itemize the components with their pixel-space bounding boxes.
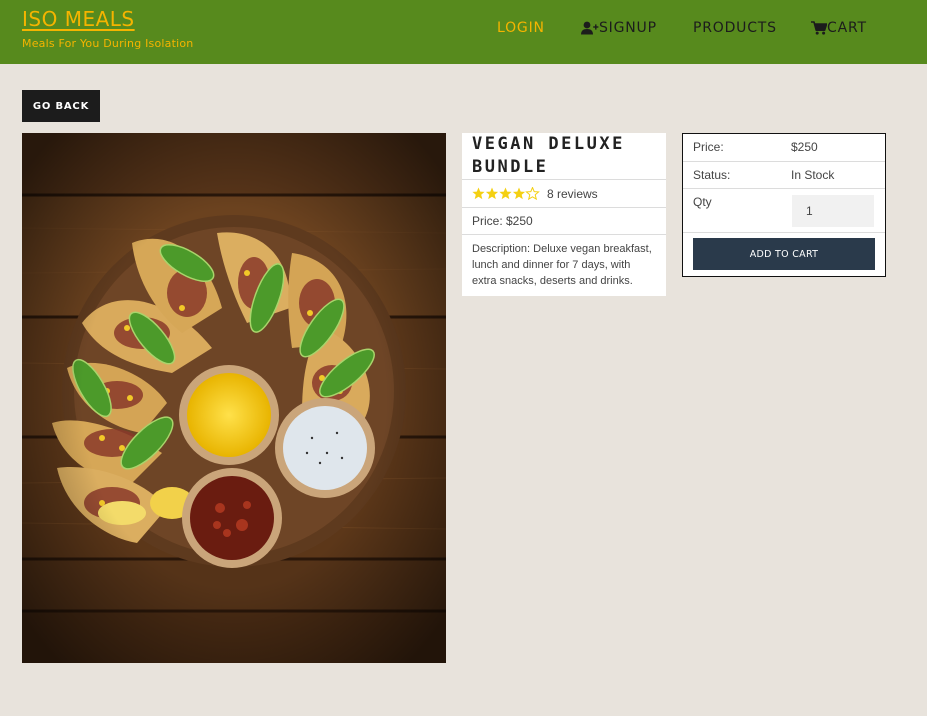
product-description: Description: Deluxe vegan breakfast, lun…	[472, 243, 652, 287]
brand-logo-link[interactable]: ISO MEALS	[22, 6, 193, 32]
nav-signup-label: SIGNUP	[599, 20, 657, 36]
nav-cart-label: CART	[827, 20, 867, 36]
star-filled-icon	[512, 187, 526, 200]
status-label: Status:	[693, 168, 731, 182]
nav-login-label: LOGIN	[497, 20, 545, 36]
nav-cart-link[interactable]: CART	[811, 20, 867, 36]
price-row: Price: $250	[683, 134, 885, 162]
status-value: In Stock	[791, 168, 835, 182]
nav-login-link[interactable]: LOGIN	[497, 20, 545, 36]
brand: ISO MEALS Meals For You During Isolation	[22, 6, 193, 50]
product-details: VEGAN DELUXE BUNDLE 8 reviews Price: $25…	[462, 133, 666, 296]
product-image	[22, 133, 446, 663]
rating-stars	[472, 187, 540, 200]
rating-row: 8 reviews	[462, 180, 666, 208]
star-filled-icon	[472, 187, 485, 200]
reviews-count: 8 reviews	[547, 186, 598, 201]
nav-signup-link[interactable]: SIGNUP	[581, 20, 657, 36]
qty-label: Qty	[693, 195, 712, 209]
qty-select[interactable]: 1	[792, 195, 874, 227]
price-value: $250	[791, 140, 818, 154]
add-to-cart-button[interactable]: ADD TO CART	[693, 238, 875, 270]
go-back-button[interactable]: GO BACK	[22, 90, 100, 122]
star-filled-icon	[485, 187, 499, 200]
star-empty-icon	[525, 187, 540, 200]
user-plus-icon	[581, 21, 599, 35]
price-label: Price:	[693, 140, 724, 154]
shopping-cart-icon	[811, 21, 827, 35]
status-row: Status: In Stock	[683, 162, 885, 189]
nav-products-link[interactable]: PRODUCTS	[693, 20, 777, 36]
product-title: VEGAN DELUXE BUNDLE	[462, 133, 666, 180]
brand-tagline: Meals For You During Isolation	[22, 37, 194, 50]
qty-value: 1	[806, 204, 813, 218]
star-filled-icon	[499, 187, 512, 200]
purchase-card: Price: $250 Status: In Stock Qty 1 ADD T…	[682, 133, 886, 277]
navbar: ISO MEALS Meals For You During Isolation…	[0, 0, 927, 64]
nav-products-label: PRODUCTS	[693, 20, 777, 36]
product-price: Price: $250	[462, 208, 666, 235]
qty-row: Qty 1	[683, 189, 885, 233]
